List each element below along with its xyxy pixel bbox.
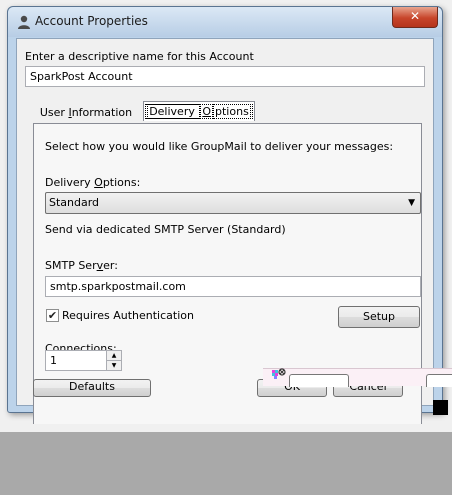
delivery-description: Send via dedicated SMTP Server (Standard… (45, 223, 286, 236)
defaults-button[interactable]: Defaults (33, 379, 151, 397)
account-name-prompt: Enter a descriptive name for this Accoun… (25, 50, 254, 63)
title-bar[interactable]: Account Properties ✕ (8, 7, 442, 37)
tab-delivery-options-label: Delivery Options (145, 104, 253, 119)
requires-authentication-checkbox[interactable]: ✔ (46, 309, 59, 322)
checkmark-icon: ✔ (47, 309, 58, 322)
spin-up-icon[interactable]: ▲ (107, 351, 121, 360)
smtp-server-input[interactable]: smtp.sparkpostmail.com (45, 276, 421, 297)
requires-authentication-label[interactable]: Requires Authentication (62, 309, 194, 322)
overlapping-button-fragment-right (426, 374, 452, 387)
delivery-options-selected: Standard (49, 196, 100, 209)
connections-stepper[interactable]: ▲ ▼ (106, 350, 122, 371)
delivery-intro-text: Select how you would like GroupMail to d… (45, 140, 394, 153)
account-name-input[interactable]: SparkPost Account (25, 66, 425, 87)
window-title: Account Properties (35, 14, 148, 28)
setup-button[interactable]: Setup (338, 306, 420, 328)
connections-input[interactable]: 1 (45, 350, 107, 371)
tab-delivery-options[interactable]: Delivery Options (143, 101, 255, 121)
dialog-client-area: Enter a descriptive name for this Accoun… (16, 38, 434, 424)
cursor-artifact-icon (272, 368, 286, 379)
delivery-options-select[interactable]: Standard ▼ (45, 192, 421, 214)
desktop-gray-area (0, 432, 452, 495)
tab-user-information[interactable]: User Information (31, 103, 141, 123)
overlapping-button-fragment (289, 374, 349, 387)
close-icon: ✕ (409, 9, 421, 23)
account-properties-dialog: Account Properties ✕ Enter a descriptive… (7, 6, 443, 424)
close-button[interactable]: ✕ (392, 7, 438, 28)
user-icon (18, 15, 30, 29)
black-block-artifact (433, 400, 448, 415)
spin-down-icon[interactable]: ▼ (107, 360, 121, 370)
delivery-options-label: Delivery Options: (45, 176, 141, 189)
smtp-server-label: SMTP Server: (45, 259, 118, 272)
chevron-down-icon: ▼ (408, 198, 415, 208)
